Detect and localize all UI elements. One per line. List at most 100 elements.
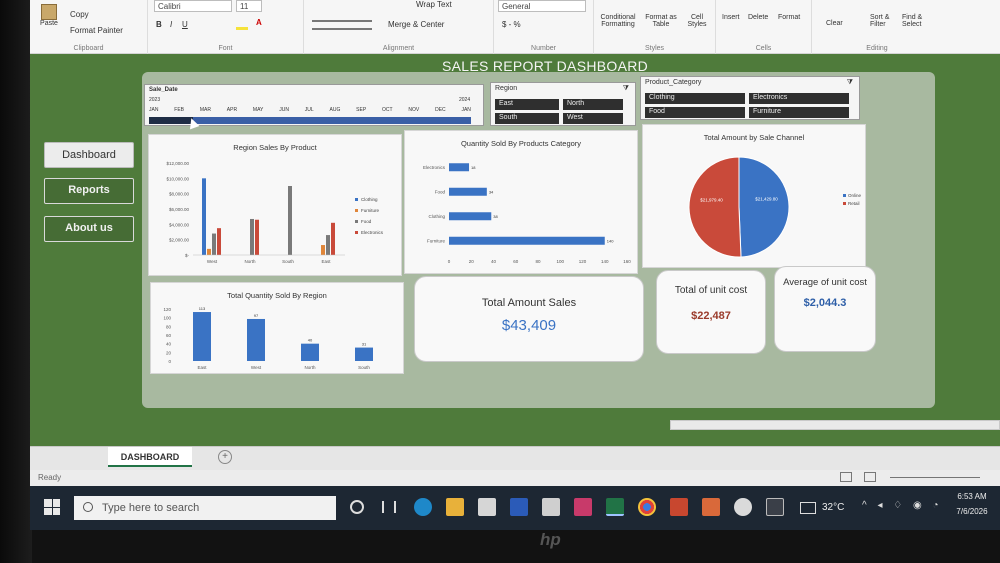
region-east[interactable]: East bbox=[495, 99, 559, 110]
task-view-icon[interactable] bbox=[382, 501, 396, 513]
format-as-table-button[interactable]: Format as Table bbox=[644, 14, 678, 28]
merge-center-button[interactable]: Merge & Center bbox=[388, 20, 444, 29]
timeline-month[interactable]: JAN bbox=[149, 107, 158, 115]
font-color-button[interactable]: A bbox=[256, 18, 262, 27]
category-food[interactable]: Food bbox=[645, 107, 745, 118]
data-label: 97 bbox=[254, 313, 259, 318]
font-name-box[interactable]: Calibri bbox=[154, 0, 232, 12]
add-sheet-icon[interactable]: + bbox=[218, 450, 232, 464]
timeline-month[interactable]: MAY bbox=[253, 107, 263, 115]
timeline-month[interactable]: NOV bbox=[408, 107, 419, 115]
view-normal-icon[interactable] bbox=[840, 472, 852, 482]
weather-temp: 32°C bbox=[822, 502, 845, 513]
category-furniture[interactable]: Furniture bbox=[749, 107, 849, 118]
cell-styles-button[interactable]: Cell Styles bbox=[682, 14, 712, 28]
status-bar: Ready bbox=[30, 470, 1000, 486]
store-icon[interactable] bbox=[478, 498, 496, 516]
nav-reports-button[interactable]: Reports bbox=[44, 178, 134, 204]
number-label: Number bbox=[531, 45, 556, 52]
region-west[interactable]: West bbox=[563, 113, 623, 124]
underline-button[interactable]: U bbox=[182, 20, 188, 29]
wrap-text-button[interactable]: Wrap Text bbox=[416, 0, 452, 9]
region-south[interactable]: South bbox=[495, 113, 559, 124]
clear-filter-icon[interactable]: ⧩ bbox=[623, 85, 629, 93]
timeline-year-right: 2024 bbox=[459, 97, 471, 103]
mail-icon[interactable] bbox=[542, 498, 560, 516]
currency-button[interactable]: $ - % bbox=[502, 20, 521, 29]
timeline-month[interactable]: OCT bbox=[382, 107, 393, 115]
align-icons[interactable] bbox=[312, 20, 372, 30]
region-slicer-title: Region bbox=[495, 85, 518, 92]
timeline-month[interactable]: JAN bbox=[461, 107, 470, 115]
excel-icon[interactable] bbox=[606, 498, 624, 516]
timeline-month[interactable]: JUL bbox=[305, 107, 314, 115]
quantity-category-svg: Electronics 18 Food 34 Clothing 38 Furniture 14… bbox=[423, 163, 631, 264]
legend-label: Electronics bbox=[361, 230, 384, 235]
word-icon[interactable] bbox=[510, 498, 528, 516]
horizontal-scrollbar[interactable] bbox=[670, 420, 1000, 430]
italic-button[interactable]: I bbox=[170, 20, 172, 29]
edge-icon[interactable] bbox=[414, 498, 432, 516]
app-icon[interactable] bbox=[734, 498, 752, 516]
y-tick-label: Furniture bbox=[427, 238, 446, 243]
format-button[interactable]: Format bbox=[778, 14, 800, 21]
cortana-icon[interactable] bbox=[350, 500, 364, 514]
insert-button[interactable]: Insert bbox=[722, 14, 740, 21]
file-explorer-icon[interactable] bbox=[446, 498, 464, 516]
paste-icon bbox=[41, 4, 57, 20]
bar bbox=[193, 312, 211, 361]
category-clothing[interactable]: Clothing bbox=[645, 93, 745, 104]
bar bbox=[331, 222, 335, 255]
font-size-box[interactable]: 11 bbox=[236, 0, 262, 12]
format-painter-button[interactable]: Format Painter bbox=[70, 26, 123, 35]
timeline-month[interactable]: FEB bbox=[174, 107, 184, 115]
clear-filter-icon[interactable]: ⧩ bbox=[847, 79, 853, 87]
taskbar-search-box[interactable]: Type here to search bbox=[74, 496, 336, 520]
category-electronics[interactable]: Electronics bbox=[749, 93, 849, 104]
legend-swatch bbox=[355, 198, 358, 201]
quantity-category-chart[interactable]: Quantity Sold By Products Category Elect… bbox=[404, 130, 638, 274]
x-tick-label: East bbox=[197, 365, 207, 370]
clear-button[interactable]: Clear bbox=[826, 20, 843, 27]
sheet-tab-dashboard[interactable]: DASHBOARD bbox=[108, 447, 192, 467]
terminal-icon[interactable] bbox=[766, 498, 784, 516]
copy-button[interactable]: Copy bbox=[70, 10, 89, 19]
conditional-formatting-button[interactable]: Conditional Formatting bbox=[596, 14, 640, 28]
styles-group: Conditional Formatting Format as Table C… bbox=[594, 0, 716, 54]
delete-button[interactable]: Delete bbox=[748, 14, 768, 21]
font-label: Font bbox=[218, 45, 233, 52]
app-icon[interactable] bbox=[574, 498, 592, 516]
quantity-region-chart[interactable]: Total Quantity Sold By Region 120 100 80 60… bbox=[150, 282, 404, 374]
fill-color-icon[interactable] bbox=[236, 20, 248, 30]
sort-filter-button[interactable]: Sort & Filter bbox=[870, 14, 898, 28]
clock[interactable]: 6:53 AM 7/6/2026 bbox=[950, 492, 994, 516]
nav-dashboard-button[interactable]: Dashboard bbox=[44, 142, 134, 168]
legend-swatch bbox=[843, 194, 846, 197]
region-north[interactable]: North bbox=[563, 99, 623, 110]
sale-channel-chart[interactable]: Total Amount by Sale Channel $21,429.80 $… bbox=[642, 124, 866, 268]
tray-icons[interactable]: ^ ◂ ♢ ◉ ◔ bbox=[862, 500, 943, 511]
bold-button[interactable]: B bbox=[156, 20, 162, 29]
timeline-month[interactable]: DEC bbox=[435, 107, 446, 115]
powerpoint-icon[interactable] bbox=[670, 498, 688, 516]
kpi-title: Total of unit cost bbox=[674, 285, 748, 296]
number-format-box[interactable]: General bbox=[498, 0, 586, 12]
timeline-month[interactable]: APR bbox=[227, 107, 237, 115]
timeline-month[interactable]: MAR bbox=[200, 107, 211, 115]
app-icon[interactable] bbox=[702, 498, 720, 516]
chrome-icon[interactable] bbox=[638, 498, 656, 516]
timeline-month[interactable]: JUN bbox=[279, 107, 289, 115]
nav-about-button[interactable]: About us bbox=[44, 216, 134, 242]
find-select-button[interactable]: Find & Select bbox=[902, 14, 932, 28]
view-layout-icon[interactable] bbox=[864, 472, 876, 482]
bar bbox=[247, 318, 265, 361]
timeline-month[interactable]: AUG bbox=[330, 107, 341, 115]
region-sales-chart[interactable]: Region Sales By Product $12,000.00 $10,00… bbox=[148, 134, 402, 276]
timeline-month[interactable]: SEP bbox=[356, 107, 366, 115]
bar bbox=[321, 245, 325, 255]
sale-channel-svg: $21,429.80 $21,979.40 Online Retail bbox=[688, 156, 862, 258]
bar bbox=[217, 228, 221, 255]
zoom-slider[interactable] bbox=[890, 477, 980, 478]
windows-start-icon[interactable] bbox=[44, 499, 60, 515]
paste-button[interactable]: Paste bbox=[36, 4, 62, 34]
